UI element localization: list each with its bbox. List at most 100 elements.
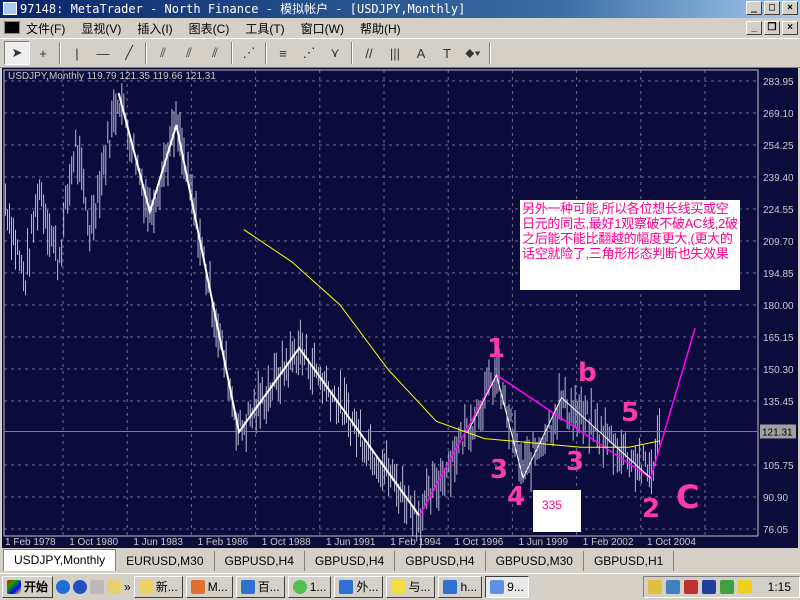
text-icon[interactable]: A [408, 41, 434, 65]
window-title: 97148: MetaTrader - North Finance - 模拟帐户… [20, 2, 466, 16]
y-tick-label: 90.90 [763, 493, 788, 504]
menu-help[interactable]: 帮助(H) [360, 20, 417, 37]
task-button-active[interactable]: 9... [485, 576, 529, 598]
parallel-lines-icon[interactable]: // [356, 41, 382, 65]
stddev-channel-icon[interactable]: ⫽ [202, 41, 228, 65]
task-button[interactable]: 1... [287, 576, 332, 598]
y-tick-label: 254.25 [763, 141, 794, 152]
minimize-button[interactable]: _ [746, 1, 762, 15]
ime-pinyin-icon[interactable] [701, 580, 716, 594]
mdi-close-button[interactable]: × [782, 21, 798, 35]
mdi-minimize-button[interactable]: _ [746, 21, 762, 35]
x-tick-label: 1 Feb 1978 [5, 537, 56, 548]
gann-fan-icon[interactable]: ⋰ [236, 41, 262, 65]
pen-icon[interactable] [683, 580, 698, 594]
globe-icon [292, 580, 307, 594]
x-tick-label: 1 Feb 2002 [583, 537, 634, 548]
x-tick-label: 1 Oct 2004 [647, 537, 696, 548]
task-label: 9... [507, 580, 524, 594]
tab-gbpusd-h1[interactable]: GBPUSD,H1 [584, 551, 675, 571]
y-tick-label: 224.55 [763, 205, 794, 216]
cycle-lines-icon[interactable]: ||| [382, 41, 408, 65]
x-tick-label: 1 Oct 1980 [69, 537, 118, 548]
menu-tools[interactable]: 工具(T) [245, 20, 300, 37]
fibo-retracement-icon[interactable]: ≡ [270, 41, 296, 65]
task-label: M... [207, 580, 228, 594]
annotation-note: 另外一种可能,所以各位想长线买或空日元的同志,最好1观察破不破AC线,2破之后能… [520, 200, 740, 290]
equidistant-channel-icon[interactable]: ⫽ [176, 41, 202, 65]
annotation-box: 335 [533, 490, 581, 532]
horizontal-line-icon[interactable]: — [90, 41, 116, 65]
x-tick-label: 1 Jun 1991 [326, 537, 376, 548]
desktop-quicklaunch-icon[interactable] [90, 580, 105, 594]
tab-gbpusd-h4[interactable]: GBPUSD,H4 [395, 551, 486, 571]
task-label: h... [460, 580, 478, 594]
volume-icon[interactable] [647, 580, 662, 594]
wave-mark-3b: 3 [566, 447, 585, 477]
taskbar: 开始 » 新... M... 百... 1... 外... 与... h... … [0, 573, 800, 600]
text-label-icon[interactable]: T [434, 41, 460, 65]
app-quicklaunch-icon[interactable] [73, 580, 88, 594]
menu-insert[interactable]: 插入(I) [137, 20, 188, 37]
channel-icon[interactable]: ⫽ [150, 41, 176, 65]
notepad-quicklaunch-icon[interactable] [107, 580, 122, 594]
chart-canvas: 283.95 269.10 254.25 239.40 224.55 209.70 194.… [3, 69, 796, 548]
ie-quicklaunch-icon[interactable] [56, 580, 71, 594]
start-button[interactable]: 开始 [2, 576, 54, 598]
x-tick-label: 1 Oct 1988 [262, 537, 311, 548]
tab-gbpusd-h4[interactable]: GBPUSD,H4 [215, 551, 305, 571]
tab-gbpusd-h4[interactable]: GBPUSD,H4 [305, 551, 396, 571]
x-tick-label: 1 Feb 1994 [390, 537, 441, 548]
crosshair-tool-icon[interactable]: + [30, 41, 56, 65]
y-tick-label: 165.15 [763, 333, 794, 344]
close-button[interactable]: × [782, 1, 798, 15]
menu-bar: 文件(F) 显视(V) 插入(I) 图表(C) 工具(T) 窗口(W) 帮助(H… [0, 18, 800, 38]
task-button[interactable]: M... [185, 576, 233, 598]
y-tick-label: 150.30 [763, 365, 794, 376]
task-button[interactable]: 外... [334, 576, 384, 598]
folder-icon [138, 580, 153, 594]
tab-usdjpy-monthly[interactable]: USDJPY,Monthly [3, 549, 117, 571]
task-button[interactable]: 新... [133, 576, 183, 598]
arrows-dropdown-icon[interactable]: ⬥▾ [460, 41, 486, 65]
more-quicklaunch-icon[interactable]: » [124, 580, 131, 594]
trendline-icon[interactable]: ╱ [116, 41, 142, 65]
y-tick-label: 209.70 [763, 237, 794, 248]
tab-eurusd-m30[interactable]: EURUSD,M30 [116, 551, 215, 571]
menu-view[interactable]: 显视(V) [81, 20, 137, 37]
menu-charts[interactable]: 图表(C) [189, 20, 246, 37]
price-chart[interactable]: 283.95 269.10 254.25 239.40 224.55 209.70 194.… [2, 68, 798, 548]
y-tick-label: 135.45 [763, 397, 794, 408]
tab-gbpusd-m30[interactable]: GBPUSD,M30 [486, 551, 584, 571]
fibo-arcs-icon[interactable]: ⋎ [322, 41, 348, 65]
network-icon[interactable] [665, 580, 680, 594]
wave-mark-4: 4 [507, 482, 526, 512]
ie-icon [240, 580, 255, 594]
cursor-tool-icon[interactable]: ➤ [4, 41, 30, 65]
task-label: 新... [155, 580, 178, 594]
fibo-fan-icon[interactable]: ⋰ [296, 41, 322, 65]
vertical-line-icon[interactable]: | [64, 41, 90, 65]
task-button[interactable]: 百... [235, 576, 285, 598]
clock: 1:15 [767, 580, 791, 594]
user-icon[interactable] [719, 580, 734, 594]
maximize-button[interactable]: □ [764, 1, 780, 15]
menu-file[interactable]: 文件(F) [26, 20, 81, 37]
task-label: 外... [356, 580, 379, 594]
qq-icon[interactable] [737, 580, 752, 594]
y-tick-label: 239.40 [763, 173, 794, 184]
task-button[interactable]: h... [438, 576, 483, 598]
app-icon [3, 2, 17, 15]
menu-window[interactable]: 窗口(W) [301, 20, 360, 37]
ie-icon [443, 580, 458, 594]
y-tick-label: 194.85 [763, 269, 794, 280]
windows-logo-icon [7, 580, 21, 594]
metatrader-icon [490, 580, 505, 594]
task-button[interactable]: 与... [386, 576, 436, 598]
wave-mark-b: b [578, 358, 597, 388]
y-tick-label: 105.75 [763, 461, 794, 472]
wave-mark-c: C [676, 478, 700, 516]
mdi-restore-button[interactable]: ❐ [764, 21, 780, 35]
y-tick-label: 180.00 [763, 301, 794, 312]
x-tick-label: 1 Jun 1983 [133, 537, 183, 548]
